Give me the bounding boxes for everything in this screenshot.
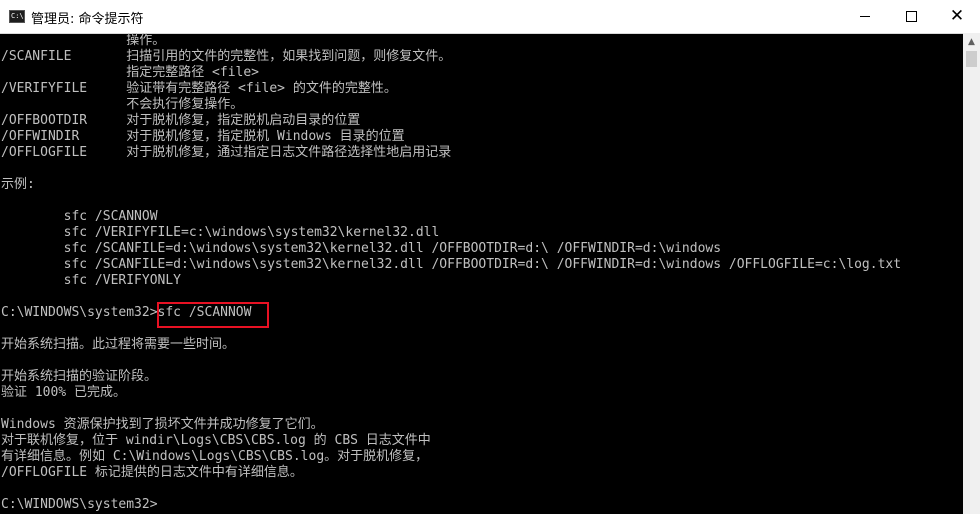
maximize-icon: [905, 11, 917, 22]
minimize-button[interactable]: [842, 0, 888, 33]
console-line: 对于联机修复，位于 windir\Logs\CBS\CBS.log 的 CBS …: [1, 433, 431, 448]
console-output[interactable]: 操作。 /SCANFILE 扫描引用的文件的完整性，如果找到问题，则修复文件。 …: [0, 33, 963, 514]
console-lines: 操作。 /SCANFILE 扫描引用的文件的完整性，如果找到问题，则修复文件。 …: [1, 33, 901, 513]
maximize-button[interactable]: [888, 0, 934, 33]
console-line: /OFFLOGFILE 对于脱机修复，通过指定日志文件路径选择性地启用记录: [1, 145, 452, 160]
console-line: Windows 资源保护找到了损坏文件并成功修复了它们。: [1, 417, 324, 432]
console-line: 不会执行修复操作。: [1, 97, 244, 112]
console-line: /VERIFYFILE 验证带有完整路径 <file> 的文件的完整性。: [1, 81, 397, 96]
scroll-thumb[interactable]: [966, 51, 977, 67]
console-line: /OFFLOGFILE 标记提供的日志文件中有详细信息。: [1, 465, 303, 480]
console-line: /SCANFILE 扫描引用的文件的完整性，如果找到问题，则修复文件。: [1, 49, 452, 64]
console-line: sfc /SCANFILE=d:\windows\system32\kernel…: [1, 257, 902, 272]
console-line: sfc /SCANNOW: [1, 209, 158, 224]
console-line: sfc /VERIFYFILE=c:\windows\system32\kern…: [1, 225, 440, 240]
vertical-scrollbar[interactable]: ▲: [963, 33, 980, 514]
console-line: 开始系统扫描。此过程将需要一些时间。: [1, 337, 236, 352]
chevron-up-icon: ▲: [968, 36, 975, 47]
console-line: C:\WINDOWS\system32>sfc /SCANNOW: [1, 305, 252, 320]
console-line: sfc /VERIFYONLY: [1, 273, 182, 288]
minimize-icon: [860, 16, 870, 17]
console-line: /OFFWINDIR 对于脱机修复，指定脱机 Windows 目录的位置: [1, 129, 405, 144]
console-line: 指定完整路径 <file>: [1, 65, 260, 80]
console-line: 有详细信息。例如 C:\Windows\Logs\CBS\CBS.log。对于脱…: [1, 449, 429, 464]
scroll-up-button[interactable]: ▲: [963, 33, 980, 50]
close-icon: ✕: [949, 6, 965, 26]
console-line: 操作。: [1, 33, 166, 48]
console-line: 验证 100% 已完成。: [1, 385, 126, 400]
command-highlight-box: [157, 302, 269, 328]
command-prompt-window: C:\ 管理员: 命令提示符 ✕ 操作。 /SCANFILE 扫描引用的文件的完…: [0, 0, 980, 514]
console-line: 示例:: [1, 177, 35, 192]
close-button[interactable]: ✕: [934, 0, 980, 33]
cmd-icon: C:\: [9, 10, 25, 23]
console-line: sfc /SCANFILE=d:\windows\system32\kernel…: [1, 241, 722, 256]
title-bar[interactable]: C:\ 管理员: 命令提示符 ✕: [0, 0, 980, 34]
console-line: 开始系统扫描的验证阶段。: [1, 369, 158, 384]
window-title: 管理员: 命令提示符: [31, 12, 144, 27]
console-line: C:\WINDOWS\system32>: [1, 497, 158, 512]
console-line: /OFFBOOTDIR 对于脱机修复，指定脱机启动目录的位置: [1, 113, 361, 128]
